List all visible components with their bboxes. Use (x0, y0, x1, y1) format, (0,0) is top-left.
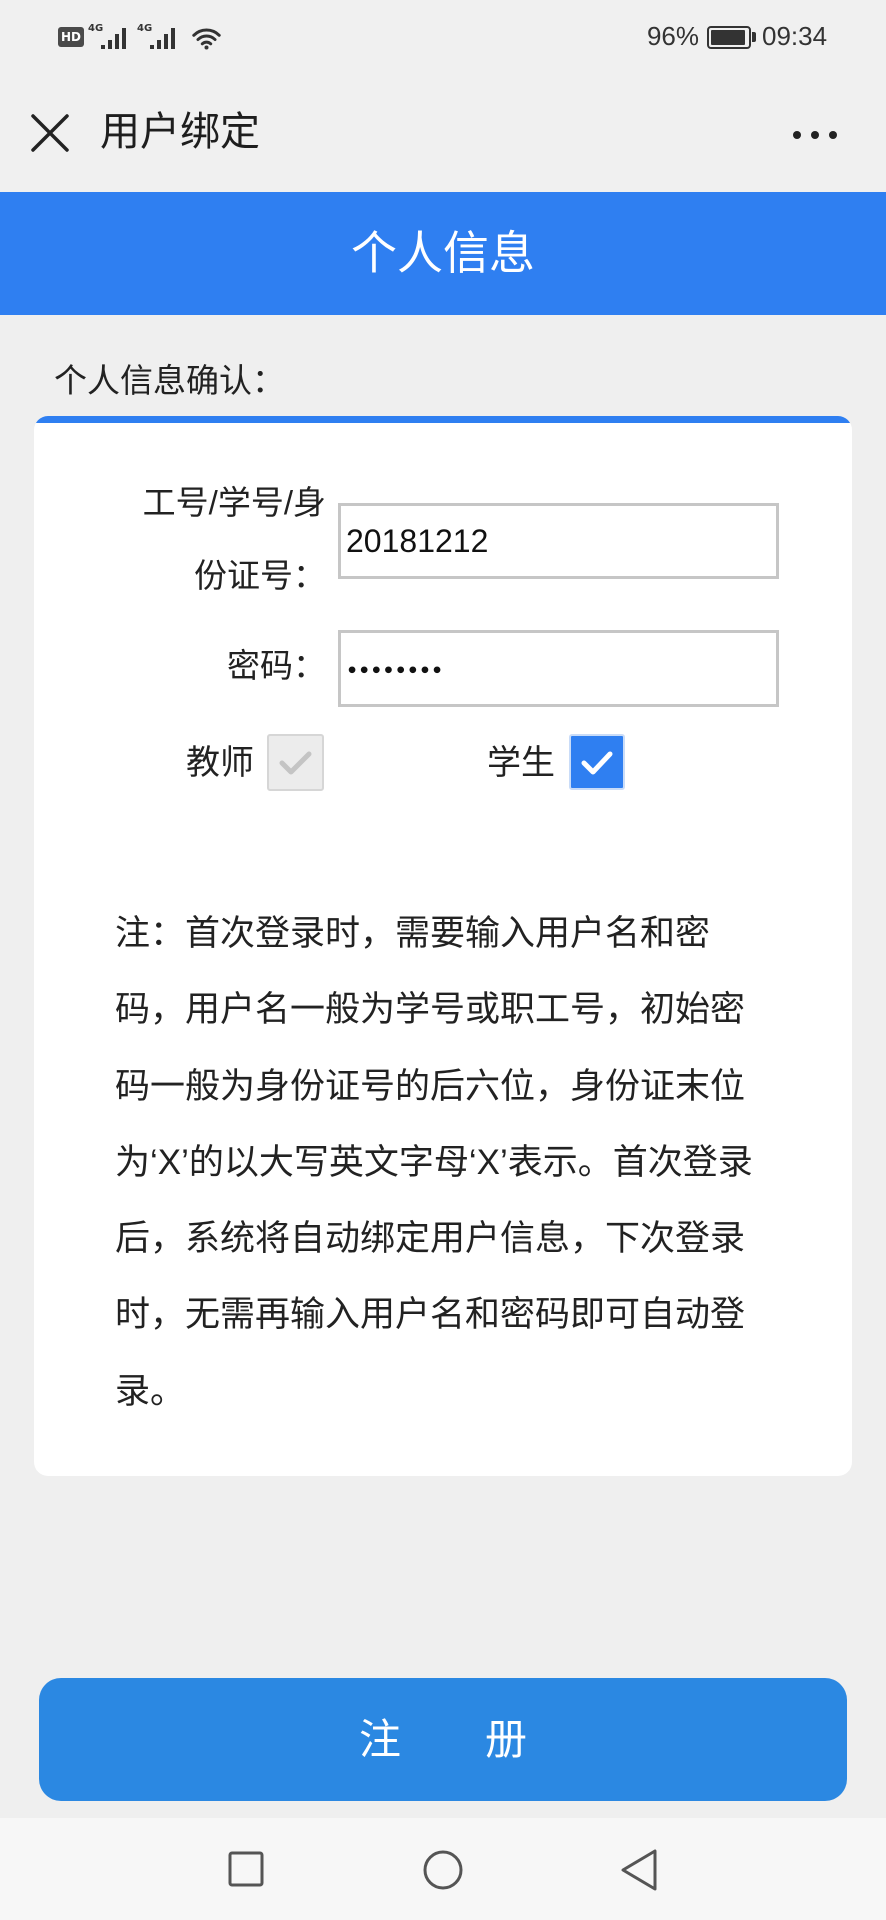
close-button[interactable] (28, 111, 72, 155)
role-label-teacher: 教师 (186, 744, 254, 782)
id-label: 工号/学号/身 份证号： (34, 466, 326, 612)
section-header: 个人信息 (0, 192, 886, 315)
cellular-signal-icon: 4G (137, 24, 183, 50)
register-button[interactable]: 注 册 (39, 1678, 847, 1801)
note-line: 为‘X’的以大写英文字母‘X’表示。首次登录 (115, 1142, 753, 1182)
password-label: 密码： (34, 629, 326, 702)
check-icon (279, 751, 312, 775)
role-label-student: 学生 (487, 744, 555, 782)
note-line: 码，用户名一般为学号或职工号，初始密 (115, 990, 746, 1030)
more-icon (793, 131, 837, 139)
password-input-value: •••••••• (346, 660, 444, 682)
note-line: 注：首次登录时，需要输入用户名和密 (115, 914, 711, 953)
note-line: 后，系统将自动绑定用户信息，下次登录 (115, 1219, 746, 1259)
password-input[interactable]: •••••••• (338, 630, 779, 707)
page-title: 用户绑定 (100, 110, 260, 154)
more-button[interactable] (788, 120, 844, 150)
login-note: 注：首次登录时，需要输入用户名和密 码，用户名一般为学号或职工号，初始密 码一般… (115, 896, 753, 1430)
note-line: 码一般为身份证号的后六位，身份证末位 (115, 1066, 746, 1106)
wifi-icon (192, 28, 221, 50)
id-label-line: 工号/学号/身 (142, 484, 326, 521)
close-icon (31, 114, 69, 152)
student-checkbox[interactable] (569, 734, 625, 790)
battery-percent: 96% (646, 21, 699, 51)
password-label-text: 密码： (227, 647, 326, 684)
battery-icon (707, 26, 751, 49)
back-button[interactable] (616, 1846, 664, 1894)
id-input[interactable]: 20181212 (338, 503, 779, 579)
home-button[interactable] (419, 1846, 467, 1894)
note-line: 录。 (115, 1371, 186, 1411)
clock-time: 09:34 (762, 21, 828, 51)
id-input-value: 20181212 (346, 523, 489, 559)
id-label-line: 份证号： (194, 557, 326, 594)
hd-badge: HD (58, 27, 84, 47)
section-label: 个人信息确认： (54, 362, 285, 399)
cellular-signal-icon: 4G (88, 24, 134, 50)
personal-info-card: 工号/学号/身 份证号： 20181212 密码： •••••••• 教师 学生… (34, 416, 852, 1476)
check-icon (581, 751, 613, 775)
teacher-checkbox[interactable] (267, 734, 324, 791)
recent-apps-button[interactable] (222, 1846, 270, 1894)
home-icon (423, 1850, 463, 1890)
recent-apps-icon (228, 1851, 264, 1887)
note-line: 时，无需再输入用户名和密码即可自动登 (115, 1295, 746, 1335)
battery-nub (752, 32, 756, 42)
card-accent-bar (34, 416, 852, 423)
back-icon (621, 1849, 657, 1891)
